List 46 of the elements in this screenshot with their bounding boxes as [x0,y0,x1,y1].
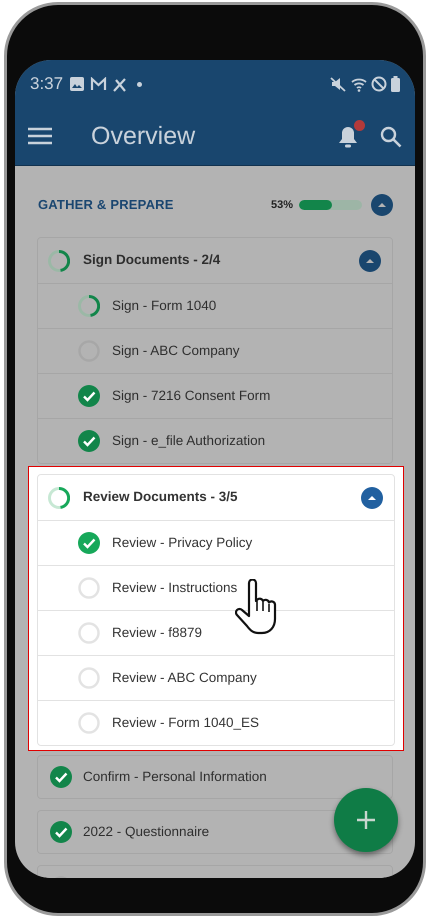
task-row[interactable]: Sign - 7216 Consent Form [38,373,392,418]
task-title: Sign - ABC Company [112,342,240,360]
task-title: Review - f8879 [112,624,202,642]
screen-title: Overview [91,120,196,152]
task-title: 2022 - Questionnaire [83,822,210,841]
status-time: 3:37 [30,73,64,96]
menu-icon [28,126,52,144]
collapse-button[interactable] [361,486,383,508]
task-title: Review - ABC Company [112,668,257,687]
task-row[interactable]: Sign - ABC Company [38,328,392,373]
task-title: Sign - Form 1040 [112,296,216,315]
task-row[interactable]: Sign - Form 1040 [38,283,392,328]
wifi-icon [351,76,369,92]
task-title: Review - Privacy Policy [112,534,252,552]
caret-up-icon [365,258,375,264]
collapse-button[interactable] [371,194,393,216]
task-row[interactable]: Review - ABC Company [38,655,394,700]
group-title: Sign Documents - 2/4 [83,251,220,270]
group-title: Review Documents - 3/5 [83,488,238,506]
task-row[interactable]: Review - Privacy Policy [38,520,394,565]
plus-icon [356,810,376,830]
battery-icon [391,76,400,92]
mute-icon [330,76,346,92]
task-title: Review - Form 1040_ES [112,714,260,732]
task-row[interactable]: Sign - e_file Authorization [38,418,392,463]
block-icon [371,76,387,92]
task-card[interactable]: Confirm - Personal Information [37,755,393,799]
mail-icon [90,77,108,91]
cross-icon [112,76,128,92]
task-title: Review - Instructions [112,578,238,597]
menu-button[interactable] [28,126,52,146]
bell-icon [338,124,358,148]
image-icon [69,76,86,92]
search-button[interactable] [380,126,402,148]
task-title: Confirm - Personal Information [83,768,267,786]
task-card[interactable]: 2022 - Questionnaire [37,810,333,854]
dot-icon [137,82,142,86]
task-row[interactable]: Review - Form 1040_ES [38,700,394,745]
caret-up-icon [367,494,377,500]
progress-percent: 53% [270,198,293,213]
search-icon [380,126,402,148]
caret-up-icon [377,202,387,208]
section-title: GATHER & PREPARE [38,196,174,214]
task-title: Sign - 7216 Consent Form [112,386,270,405]
task-title: Sign - e_file Authorization [112,432,266,450]
collapse-button[interactable] [359,250,381,272]
